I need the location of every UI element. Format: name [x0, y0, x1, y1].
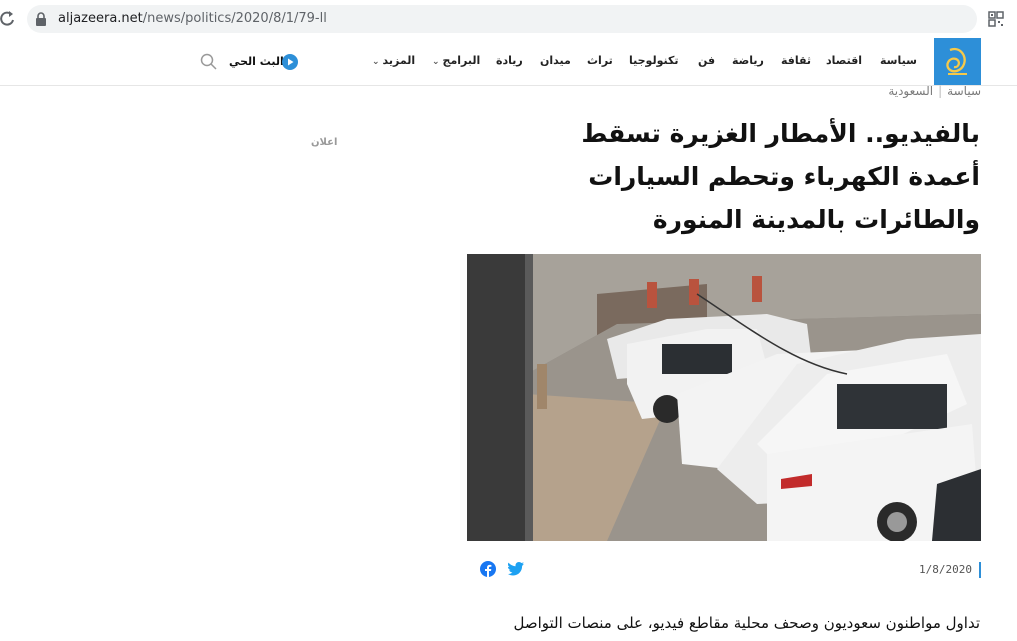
article-date: 1/8/2020 [919, 563, 972, 576]
nav-item-midan[interactable]: ميدان [540, 54, 571, 67]
logo-mark-icon [946, 47, 967, 75]
breadcrumb-section[interactable]: سياسة [947, 84, 981, 98]
date-accent-bar [979, 562, 981, 578]
breadcrumb-separator: | [938, 84, 943, 98]
facebook-icon[interactable] [480, 561, 496, 577]
lock-icon[interactable] [35, 12, 47, 26]
nav-item-entrepreneurship[interactable]: ريادة [496, 54, 523, 67]
nav-more-label: المزيد [382, 54, 416, 67]
nav-item-heritage[interactable]: تراث [587, 54, 613, 67]
article-meta: 1/8/2020 [467, 558, 981, 582]
chevron-down-icon: ⌄ [372, 57, 380, 67]
nav-item-sports[interactable]: رياضة [732, 54, 764, 67]
nav-item-economy[interactable]: اقتصاد [826, 54, 862, 67]
article-video[interactable] [467, 254, 981, 541]
article-body: تداول مواطنون سعوديون وصحف محلية مقاطع ف… [513, 614, 980, 632]
play-icon [282, 54, 298, 70]
aljazeera-logo[interactable] [934, 38, 981, 85]
nav-item-culture[interactable]: ثقافة [781, 54, 811, 67]
article-headline: بالفيديو.. الأمطار الغزيرة تسقط أعمدة ال… [581, 119, 980, 234]
address-bar[interactable]: aljazeera.net/news/politics/2020/8/1/79-… [27, 5, 977, 33]
nav-programs-label: البرامج [442, 54, 481, 67]
chevron-down-icon: ⌄ [432, 57, 440, 67]
url-text[interactable]: aljazeera.net/news/politics/2020/8/1/79-… [58, 11, 327, 26]
url-domain: aljazeera.net [58, 11, 143, 26]
search-icon[interactable] [200, 53, 217, 70]
twitter-icon[interactable] [508, 562, 524, 576]
nav-item-more[interactable]: المزيد⌄ [372, 54, 415, 67]
browser-toolbar: aljazeera.net/news/politics/2020/8/1/79-… [0, 0, 1017, 39]
breadcrumb: سياسة | السعودية [888, 84, 981, 98]
breadcrumb-country[interactable]: السعودية [888, 84, 933, 98]
reload-icon[interactable] [0, 10, 16, 28]
nav-item-technology[interactable]: تكنولوجيا [629, 54, 679, 67]
url-path: /news/politics/2020/8/1/79-ll [142, 11, 327, 26]
ad-label: اعلان [311, 137, 338, 148]
nav-item-programs[interactable]: البرامج⌄ [432, 54, 480, 67]
site-header: سياسة اقتصاد ثقافة رياضة فن تكنولوجيا تر… [0, 38, 1017, 86]
qr-code-icon[interactable] [988, 11, 1004, 27]
live-stream-label: البث الحي [229, 55, 284, 68]
nav-item-politics[interactable]: سياسة [880, 54, 917, 67]
video-thumbnail [467, 254, 981, 541]
nav-item-art[interactable]: فن [698, 54, 715, 67]
